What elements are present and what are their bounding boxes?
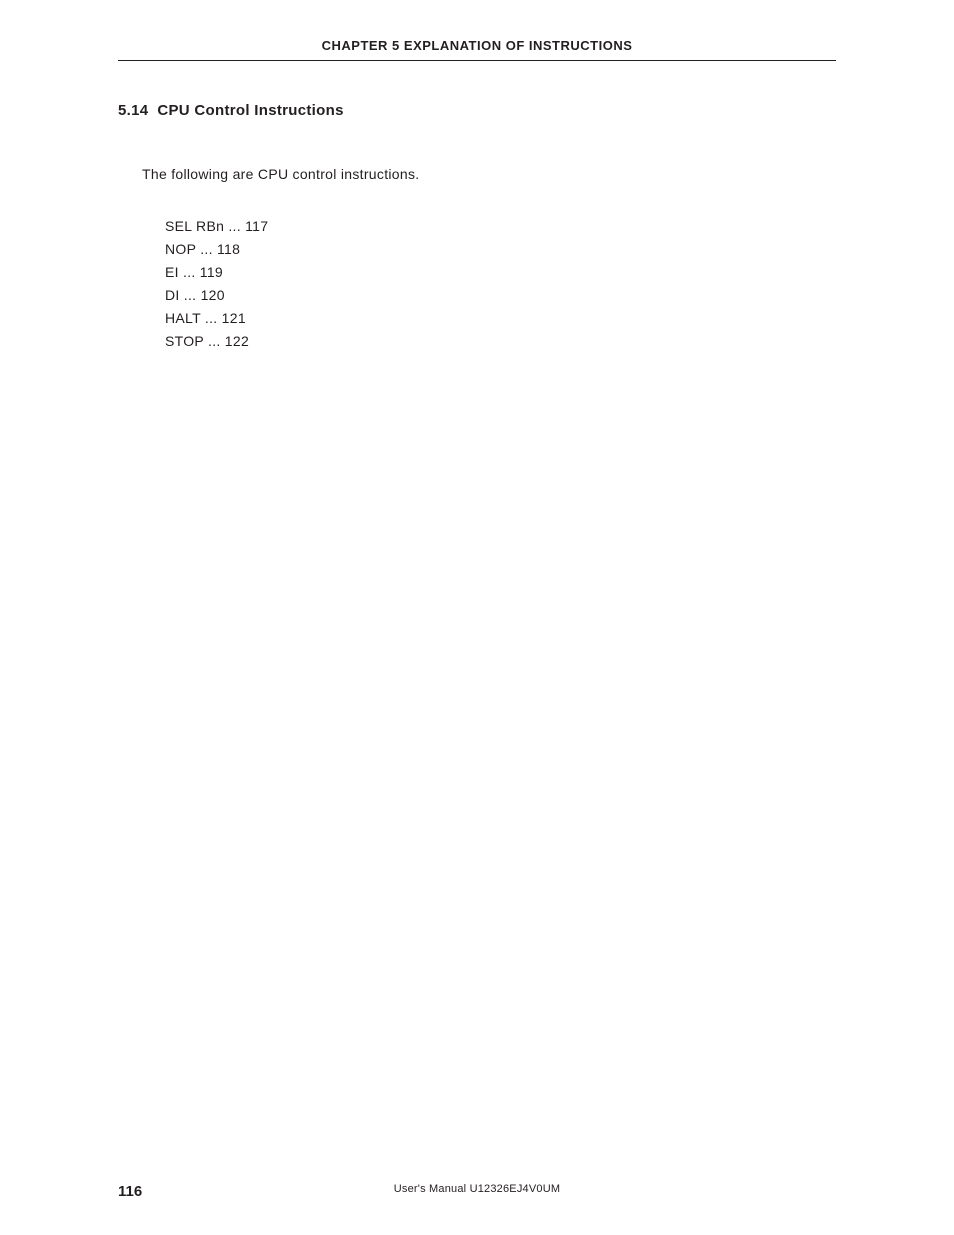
instruction-name: EI [165,264,179,280]
section-number: 5.14 [118,102,148,119]
instruction-list: SEL RBn ... 117 NOP ... 118 EI ... 119 D… [165,215,836,354]
page-number: 116 [118,1183,142,1200]
instruction-page: 118 [217,241,240,257]
instruction-page: 117 [245,218,268,234]
list-item: NOP ... 118 [165,238,836,261]
page-container: CHAPTER 5 EXPLANATION OF INSTRUCTIONS 5.… [0,0,954,354]
chapter-title: CHAPTER 5 EXPLANATION OF INSTRUCTIONS [322,38,633,53]
instruction-name: SEL RBn [165,218,224,234]
list-item: STOP ... 122 [165,330,836,353]
instruction-page: 119 [200,264,223,280]
list-item: DI ... 120 [165,284,836,307]
instruction-page: 122 [225,333,249,349]
instruction-name: DI [165,287,180,303]
section-heading: 5.14 CPU Control Instructions [118,102,836,119]
footer-manual-ref: User's Manual U12326EJ4V0UM [394,1183,560,1195]
list-item: SEL RBn ... 117 [165,215,836,238]
list-item: EI ... 119 [165,261,836,284]
section-title: CPU Control Instructions [157,102,343,119]
instruction-page: 121 [222,310,246,326]
chapter-header: CHAPTER 5 EXPLANATION OF INSTRUCTIONS [118,38,836,61]
instruction-name: STOP [165,333,204,349]
instruction-name: NOP [165,241,196,257]
instruction-name: HALT [165,310,201,326]
list-item: HALT ... 121 [165,307,836,330]
page-footer: 116 User's Manual U12326EJ4V0UM [118,1183,836,1200]
instruction-page: 120 [201,287,225,303]
intro-text: The following are CPU control instructio… [142,166,836,182]
